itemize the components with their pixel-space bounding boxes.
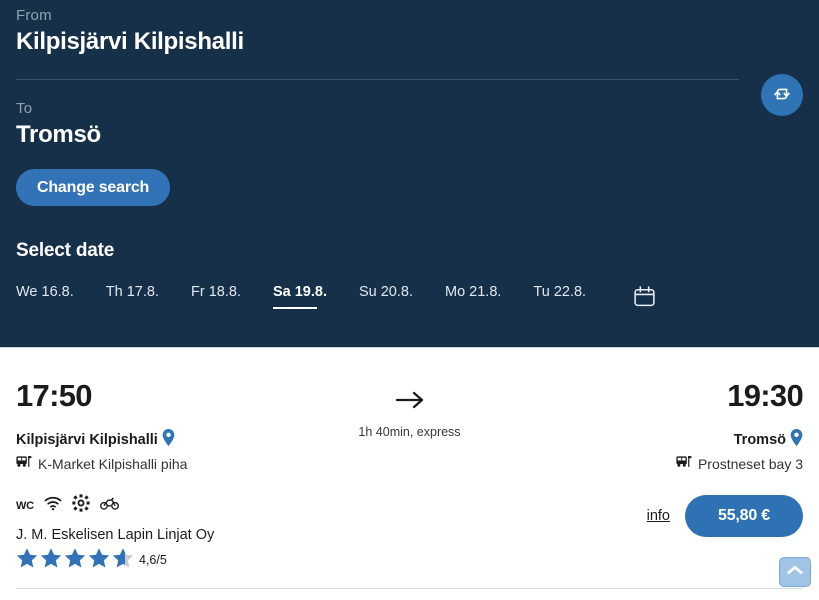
journey-search-page: From Kilpisjärvi Kilpishalli To Tromsö C… — [0, 0, 819, 600]
location-pin-icon — [790, 429, 803, 450]
to-value: Tromsö — [16, 121, 101, 148]
air-conditioning-icon — [72, 494, 90, 517]
calendar-icon — [632, 286, 657, 312]
arrival-time: 19:30 — [727, 378, 803, 413]
date-option-5[interactable]: Mo 21.8. — [445, 284, 517, 309]
arrival-platform: Prostneset bay 3 — [533, 455, 803, 472]
arrival-platform-label: Prostneset bay 3 — [697, 455, 803, 472]
date-option-6[interactable]: Tu 22.8. — [533, 284, 602, 309]
departure-leg: 17:50 Kilpisjärvi Kilpishalli K-Market K… — [16, 380, 286, 472]
to-label: To — [16, 100, 33, 117]
change-search-button[interactable]: Change search — [16, 169, 171, 206]
price-actions: info 55,80 € — [647, 495, 803, 537]
chevron-up-icon — [786, 563, 804, 582]
date-option-1[interactable]: Th 17.8. — [106, 284, 175, 309]
swap-direction-button[interactable] — [761, 74, 803, 116]
departure-stop-label: Kilpisjärvi Kilpishalli — [16, 431, 158, 448]
date-option-0[interactable]: We 16.8. — [16, 284, 90, 309]
arrival-stop-label: Tromsö — [733, 431, 786, 448]
journey-direction: 1h 40min, express — [310, 380, 510, 439]
date-selector: We 16.8. Th 17.8. Fr 18.8. Sa 19.8. Su 2… — [16, 284, 803, 309]
date-option-2[interactable]: Fr 18.8. — [191, 284, 257, 309]
journey-duration: 1h 40min, express — [358, 425, 461, 439]
arrival-stop: Tromsö — [533, 429, 803, 450]
rating: 4,6/5 — [16, 547, 803, 569]
arrival-leg: 19:30 Tromsö Prostneset bay 3 — [533, 378, 804, 472]
from-field[interactable]: From Kilpisjärvi Kilpishalli — [16, 0, 803, 56]
departure-time: 17:50 — [16, 378, 92, 413]
rating-value: 4,6/5 — [139, 553, 167, 567]
price-button[interactable]: 55,80 € — [685, 495, 803, 537]
date-option-4[interactable]: Su 20.8. — [359, 284, 429, 309]
journey-result-card[interactable]: 17:50 Kilpisjärvi Kilpishalli K-Market K… — [0, 348, 819, 600]
from-label: From — [16, 7, 52, 24]
to-field[interactable]: To Tromsö — [16, 93, 803, 149]
departure-stop: Kilpisjärvi Kilpishalli — [16, 429, 286, 450]
departure-platform-label: K-Market Kilpishalli piha — [38, 455, 188, 472]
departure-platform: K-Market Kilpishalli piha — [16, 455, 286, 472]
search-header: From Kilpisjärvi Kilpishalli To Tromsö C… — [0, 0, 819, 348]
wifi-icon — [44, 496, 62, 516]
arrow-right-icon — [394, 391, 426, 415]
swap-arrows-icon — [771, 83, 793, 108]
location-pin-icon — [162, 429, 175, 450]
header-divider — [16, 79, 739, 80]
info-link[interactable]: info — [647, 508, 670, 524]
journey-summary: 17:50 Kilpisjärvi Kilpishalli K-Market K… — [16, 378, 804, 472]
bus-stop-icon — [16, 455, 32, 472]
result-divider — [16, 588, 803, 589]
from-value: Kilpisjärvi Kilpishalli — [16, 28, 244, 55]
select-date-heading: Select date — [16, 240, 115, 261]
bicycle-icon — [99, 496, 119, 515]
scroll-to-top-button[interactable] — [779, 557, 811, 587]
rating-stars-icon — [16, 547, 136, 569]
calendar-picker-button[interactable] — [632, 284, 657, 309]
wc-icon: WC — [16, 499, 34, 512]
date-option-3-selected[interactable]: Sa 19.8. — [272, 284, 343, 309]
bus-stop-icon — [676, 455, 692, 472]
